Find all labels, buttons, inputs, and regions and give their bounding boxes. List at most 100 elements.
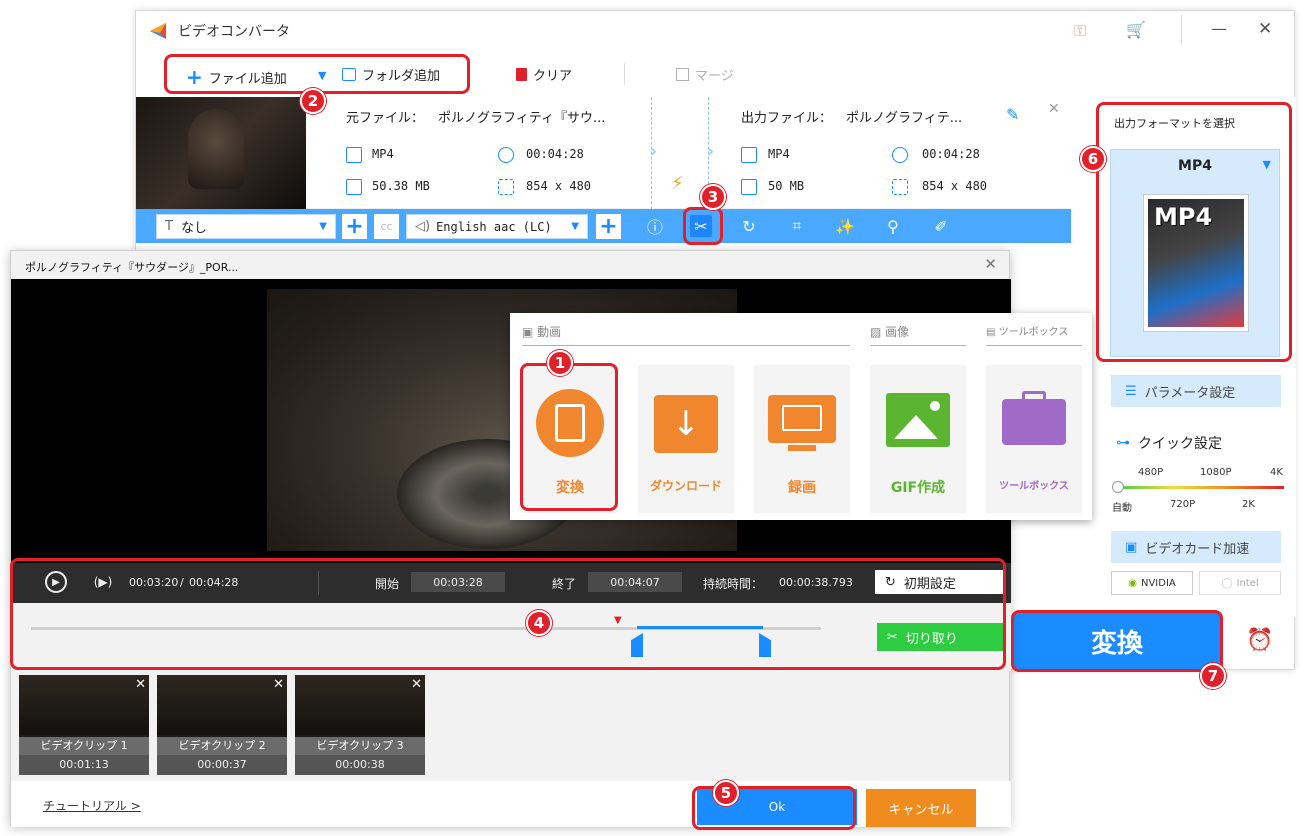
quick-slider-icon: ⊶	[1116, 435, 1130, 451]
file-item-row[interactable]: 元ファイル： ポルノグラフィティ『サウ... MP4 00:04:28 50.3…	[136, 97, 1071, 209]
chevron-down-icon: ▼	[571, 221, 579, 232]
annotation-box-convert-card	[520, 363, 618, 511]
output-duration: 00:04:28	[922, 147, 980, 161]
clip-duration: 00:00:37	[157, 755, 287, 775]
app-title: ビデオコンバータ	[178, 24, 290, 40]
output-size: 50 MB	[768, 179, 805, 193]
source-file-name: ポルノグラフィティ『サウ...	[438, 111, 606, 126]
nvidia-option[interactable]: ◉ NVIDIA	[1111, 571, 1193, 595]
quality-slider-track[interactable]	[1118, 486, 1284, 489]
source-format: MP4	[372, 147, 394, 161]
step-badge-6: 6	[1080, 146, 1106, 172]
clip-duration: 00:01:13	[19, 755, 149, 775]
toolbox-feature-card[interactable]: ツールボックス	[986, 365, 1082, 513]
clip-name: ビデオクリップ 3	[295, 737, 425, 755]
title-bar: ビデオコンバータ ⚿ 🛒 — ✕	[136, 11, 1294, 55]
clip-thumbnail	[295, 675, 425, 735]
output-resolution: 854 x 480	[922, 179, 988, 193]
edit-toolbar: T なし ▼ + cc ◁) English aac (LC) ▼ + ⓘ ✂ …	[136, 209, 1071, 243]
toolbar-divider	[624, 63, 625, 85]
key-icon[interactable]: ⚿	[1074, 21, 1086, 41]
clip-item[interactable]: ✕ ビデオクリップ 1 00:01:13	[19, 675, 149, 775]
lightning-icon[interactable]: ⚡	[671, 173, 684, 194]
cart-icon[interactable]: 🛒	[1126, 20, 1146, 39]
rotate-icon[interactable]: ↻	[738, 215, 760, 237]
speaker-icon: ◁)	[415, 219, 431, 234]
clear-button[interactable]: クリア	[516, 65, 572, 84]
trash-icon	[516, 68, 527, 81]
nvidia-eye-icon: ◉	[1128, 577, 1137, 589]
add-audio-button[interactable]: +	[596, 214, 621, 239]
clock-icon	[498, 147, 514, 163]
annotation-box-convert	[1011, 610, 1223, 672]
gpu-acceleration-button[interactable]: ▣ ビデオカード加速	[1111, 531, 1281, 563]
quality-auto: 自動	[1112, 503, 1132, 514]
clip-item[interactable]: ✕ ビデオクリップ 2 00:00:37	[157, 675, 287, 775]
video-thumbnail	[136, 97, 306, 209]
minimize-icon[interactable]: —	[1211, 19, 1227, 38]
alarm-clock-icon[interactable]: ⏰	[1246, 628, 1273, 653]
toolbox-icon	[1002, 391, 1066, 445]
clip-item[interactable]: ✕ ビデオクリップ 3 00:00:38	[295, 675, 425, 775]
add-subtitle-button[interactable]: +	[342, 214, 367, 239]
output-file-name: ポルノグラフィテ...	[846, 111, 963, 126]
record-feature-card[interactable]: 録画	[754, 365, 850, 513]
watermark-stamp-icon[interactable]: ⚲	[882, 215, 904, 237]
cc-button[interactable]: cc	[374, 214, 399, 239]
quality-2k: 2K	[1242, 499, 1255, 510]
screen-record-icon	[768, 395, 836, 443]
close-dialog-icon[interactable]: ✕	[984, 255, 997, 273]
screenshot-root: ビデオコンバータ ⚿ 🛒 — ✕ + ファイル追加 ▼ フォルダ追加 クリア マ…	[0, 0, 1306, 836]
audio-track-select[interactable]: ◁) English aac (LC) ▼	[406, 214, 588, 239]
image-section-underline	[870, 345, 966, 346]
step-badge-3: 3	[700, 184, 726, 210]
merge-button[interactable]: マージ	[676, 65, 734, 84]
thumbnail-figure	[188, 109, 244, 189]
remove-clip-icon[interactable]: ✕	[273, 677, 284, 692]
nvidia-label: NVIDIA	[1140, 577, 1176, 589]
step-badge-1: 1	[547, 350, 573, 376]
subtitle-edit-icon[interactable]: ✐	[930, 215, 952, 237]
download-feature-label: ダウンロード	[649, 479, 722, 493]
download-feature-card[interactable]: ↓ ダウンロード	[638, 365, 734, 513]
cancel-button[interactable]: キャンセル	[866, 789, 976, 827]
quality-slider-knob[interactable]	[1112, 481, 1124, 493]
image-section-icon: ▨	[870, 325, 882, 339]
remove-clip-icon[interactable]: ✕	[135, 677, 146, 692]
source-resolution: 854 x 480	[526, 179, 592, 193]
subtitle-select[interactable]: T なし ▼	[156, 214, 336, 239]
chevron-right-icon: ›	[707, 141, 715, 162]
parameter-settings-label: パラメータ設定	[1144, 385, 1236, 401]
video-format-icon	[741, 147, 757, 163]
chevron-down-icon: ▼	[319, 221, 327, 232]
remove-file-icon[interactable]: ✕	[1048, 101, 1060, 117]
parameter-settings-button[interactable]: ☰ パラメータ設定	[1111, 375, 1281, 407]
source-duration: 00:04:28	[526, 147, 584, 161]
subtitle-value: なし	[180, 221, 207, 236]
file-size-icon	[346, 179, 362, 195]
quality-1080p: 1080P	[1200, 467, 1232, 478]
step-badge-4: 4	[526, 610, 552, 636]
chip-icon: ▣	[1125, 539, 1138, 555]
intel-option[interactable]: ◯ Intel	[1199, 571, 1281, 595]
info-icon[interactable]: ⓘ	[644, 215, 666, 237]
text-icon: T	[165, 219, 173, 234]
annotation-box-trim	[10, 558, 1006, 670]
close-window-icon[interactable]: ✕	[1258, 19, 1272, 39]
annotation-box-scissors	[683, 207, 723, 245]
effects-wand-icon[interactable]: ✨	[834, 215, 856, 237]
image-section-label: 画像	[885, 325, 910, 339]
crop-icon[interactable]: ⌗	[786, 215, 808, 237]
intel-logo-icon: ◯	[1221, 577, 1233, 589]
step-badge-2: 2	[300, 88, 326, 114]
chevron-right-icon: ›	[650, 141, 658, 162]
edit-pencil-icon[interactable]: ✎	[1006, 105, 1019, 124]
toolbox-feature-label: ツールボックス	[999, 481, 1069, 492]
sliders-icon: ☰	[1125, 383, 1137, 399]
clip-duration: 00:00:38	[295, 755, 425, 775]
clip-thumbnail	[157, 675, 287, 735]
gif-maker-card[interactable]: GIF作成	[870, 365, 966, 513]
remove-clip-icon[interactable]: ✕	[411, 677, 422, 692]
tutorial-link[interactable]: チュートリアル >	[43, 797, 141, 814]
video-section-underline	[522, 345, 850, 346]
